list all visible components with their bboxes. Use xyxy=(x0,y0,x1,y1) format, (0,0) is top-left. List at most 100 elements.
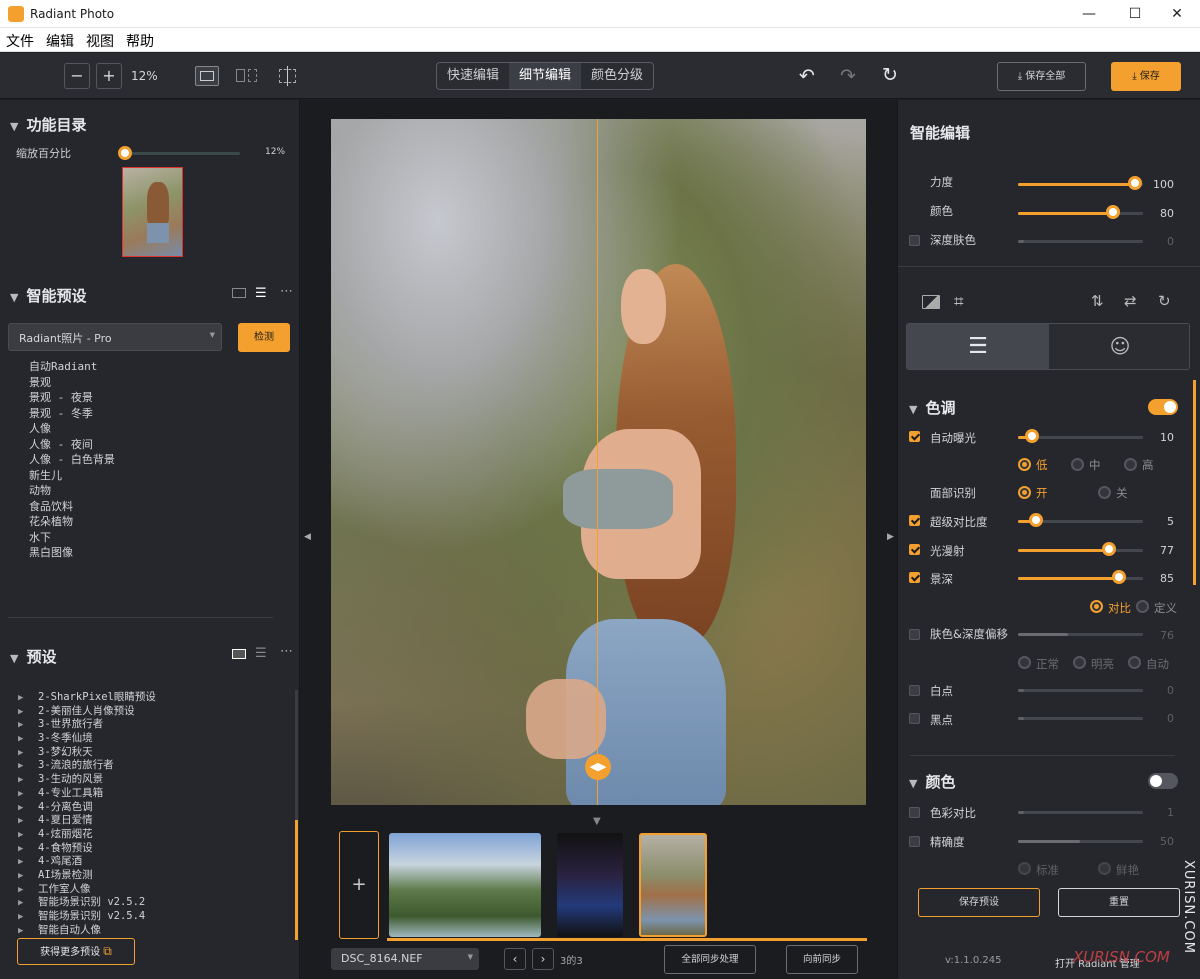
collapse-left-icon[interactable]: ◀ xyxy=(304,532,311,542)
black-point-checkbox[interactable] xyxy=(909,713,920,724)
depth-knob[interactable] xyxy=(1112,570,1126,584)
split-handle-icon[interactable]: ◀▶ xyxy=(585,754,611,780)
black-point-slider[interactable] xyxy=(1018,717,1143,720)
preset-item[interactable]: ▶ 2-SharkPixel眼睛预设 xyxy=(18,689,156,703)
precision-checkbox[interactable] xyxy=(909,836,920,847)
preset-dropdown[interactable]: Radiant照片 - Pro ▼ xyxy=(8,323,222,351)
light-diffuse-knob[interactable] xyxy=(1102,542,1116,556)
get-more-presets-button[interactable]: 获得更多预设 ⧉ xyxy=(17,938,135,965)
filmstrip-toggle-icon[interactable]: ▼ xyxy=(593,816,601,827)
close-button[interactable]: ✕ xyxy=(1154,0,1200,28)
single-view-icon[interactable] xyxy=(195,66,219,86)
filmstrip-scrollbar[interactable] xyxy=(387,938,867,941)
zoom-in-button[interactable]: + xyxy=(96,63,122,89)
smart-preset-item[interactable]: 人像 xyxy=(29,420,115,436)
preset-item[interactable]: ▶ AI场景检测 xyxy=(18,867,156,881)
color-knob[interactable] xyxy=(1106,205,1120,219)
image-icon[interactable] xyxy=(922,295,940,309)
deep-skin-checkbox[interactable] xyxy=(909,235,920,246)
tab-color-grading[interactable]: 颜色分级 xyxy=(581,63,653,89)
smart-preset-item[interactable]: 花朵植物 xyxy=(29,513,115,529)
minimize-button[interactable]: — xyxy=(1066,0,1112,28)
smart-preset-item[interactable]: 人像 - 白色背景 xyxy=(29,451,115,467)
crop-icon[interactable]: ⌗ xyxy=(954,292,964,312)
save-all-button[interactable]: ⤓ 保存全部 xyxy=(997,62,1086,91)
white-point-checkbox[interactable] xyxy=(909,685,920,696)
deep-skin-slider[interactable] xyxy=(1018,240,1143,243)
super-contrast-checkbox[interactable] xyxy=(909,515,920,526)
menu-view[interactable]: 视图 xyxy=(86,31,114,51)
reset-button[interactable]: 重置 xyxy=(1058,888,1180,917)
skin-shift-checkbox[interactable] xyxy=(909,629,920,640)
preset-item[interactable]: ▶ 4-分离色调 xyxy=(18,799,156,813)
zoom-percent-slider[interactable] xyxy=(125,152,240,155)
depth-define-radio[interactable] xyxy=(1136,600,1149,613)
smart-preset-item[interactable]: 水下 xyxy=(29,529,115,545)
smart-preset-header[interactable]: ▼ 智能预设 xyxy=(10,285,86,306)
auto-exposure-knob[interactable] xyxy=(1025,429,1039,443)
preset-item[interactable]: ▶ 工作室人像 xyxy=(18,881,156,895)
color-toggle[interactable] xyxy=(1148,773,1178,789)
flip-horizontal-icon[interactable]: ⇄ xyxy=(1124,292,1137,310)
save-button[interactable]: ⤓ 保存 xyxy=(1111,62,1181,91)
exposure-high-radio[interactable] xyxy=(1124,458,1137,471)
exposure-low-radio[interactable] xyxy=(1018,458,1031,471)
detect-button[interactable]: 检测 xyxy=(238,323,290,352)
list-view-icon[interactable]: ☰ xyxy=(255,286,267,301)
preset-item[interactable]: ▶ 4-炫丽烟花 xyxy=(18,826,156,840)
smart-preset-item[interactable]: 食品饮料 xyxy=(29,498,115,514)
smart-preset-item[interactable]: 景观 - 夜景 xyxy=(29,389,115,405)
auto-exposure-checkbox[interactable] xyxy=(909,431,920,442)
main-photo[interactable]: ◀▶ xyxy=(331,119,866,805)
presets-header[interactable]: ▼ 预设 xyxy=(10,646,56,667)
adjustments-tab[interactable]: ☰ xyxy=(907,324,1049,369)
zoom-out-button[interactable]: − xyxy=(64,63,90,89)
preset-item[interactable]: ▶ 4-食物预设 xyxy=(18,840,156,854)
strength-knob[interactable] xyxy=(1128,176,1142,190)
more-options-icon[interactable]: ⋯ xyxy=(280,644,293,659)
color-section-header[interactable]: ▼ 颜色 xyxy=(909,771,955,792)
maximize-button[interactable]: ☐ xyxy=(1112,0,1158,28)
tone-toggle[interactable] xyxy=(1148,399,1178,415)
preset-item[interactable]: ▶ 3-冬季仙境 xyxy=(18,730,156,744)
face-off-radio[interactable] xyxy=(1098,486,1111,499)
smart-preset-item[interactable]: 黑白图像 xyxy=(29,544,115,560)
filmstrip-thumb-selected[interactable] xyxy=(639,833,707,937)
scrollbar[interactable] xyxy=(295,690,298,940)
add-image-button[interactable]: + xyxy=(339,831,379,939)
skin-auto-radio[interactable] xyxy=(1128,656,1141,669)
face-on-radio[interactable] xyxy=(1018,486,1031,499)
filmstrip-thumb-portrait-dark[interactable] xyxy=(557,833,623,937)
list-view-icon[interactable]: ☰ xyxy=(255,646,267,661)
filmstrip-thumb-landscape[interactable] xyxy=(389,833,541,937)
precision-standard-radio[interactable] xyxy=(1018,862,1031,875)
skin-normal-radio[interactable] xyxy=(1018,656,1031,669)
skin-bright-radio[interactable] xyxy=(1073,656,1086,669)
exposure-mid-radio[interactable] xyxy=(1071,458,1084,471)
flip-vertical-icon[interactable]: ⇅ xyxy=(1091,292,1104,310)
compare-view-icon[interactable] xyxy=(277,66,299,86)
navigator-thumbnail[interactable] xyxy=(122,167,183,257)
preset-item[interactable]: ▶ 智能场景识别 v2.5.2 xyxy=(18,894,156,908)
scrollbar[interactable] xyxy=(1193,380,1196,585)
grid-view-icon[interactable] xyxy=(232,288,246,298)
menu-file[interactable]: 文件 xyxy=(6,31,34,51)
next-image-button[interactable]: › xyxy=(532,948,554,970)
collapse-right-icon[interactable]: ▶ xyxy=(887,532,894,542)
preset-item[interactable]: ▶ 4-专业工具箱 xyxy=(18,785,156,799)
preset-item[interactable]: ▶ 3-梦幻秋天 xyxy=(18,744,156,758)
smart-preset-item[interactable]: 人像 - 夜间 xyxy=(29,436,115,452)
preset-item[interactable]: ▶ 智能自动人像 xyxy=(18,922,156,936)
prev-image-button[interactable]: ‹ xyxy=(504,948,526,970)
sync-forward-button[interactable]: 向前同步 xyxy=(786,945,858,974)
color-contrast-checkbox[interactable] xyxy=(909,807,920,818)
redo-icon[interactable]: ↷ xyxy=(840,65,856,87)
tab-detail-edit[interactable]: 细节编辑 xyxy=(509,63,582,89)
split-line[interactable] xyxy=(597,119,598,805)
grid-view-icon[interactable] xyxy=(232,649,246,659)
more-options-icon[interactable]: ⋯ xyxy=(280,284,293,299)
filename-dropdown[interactable]: DSC_8164.NEF ▼ xyxy=(331,948,479,970)
reset-icon[interactable]: ↻ xyxy=(882,64,898,86)
face-tab[interactable]: ☺ xyxy=(1049,324,1189,369)
super-contrast-knob[interactable] xyxy=(1029,513,1043,527)
